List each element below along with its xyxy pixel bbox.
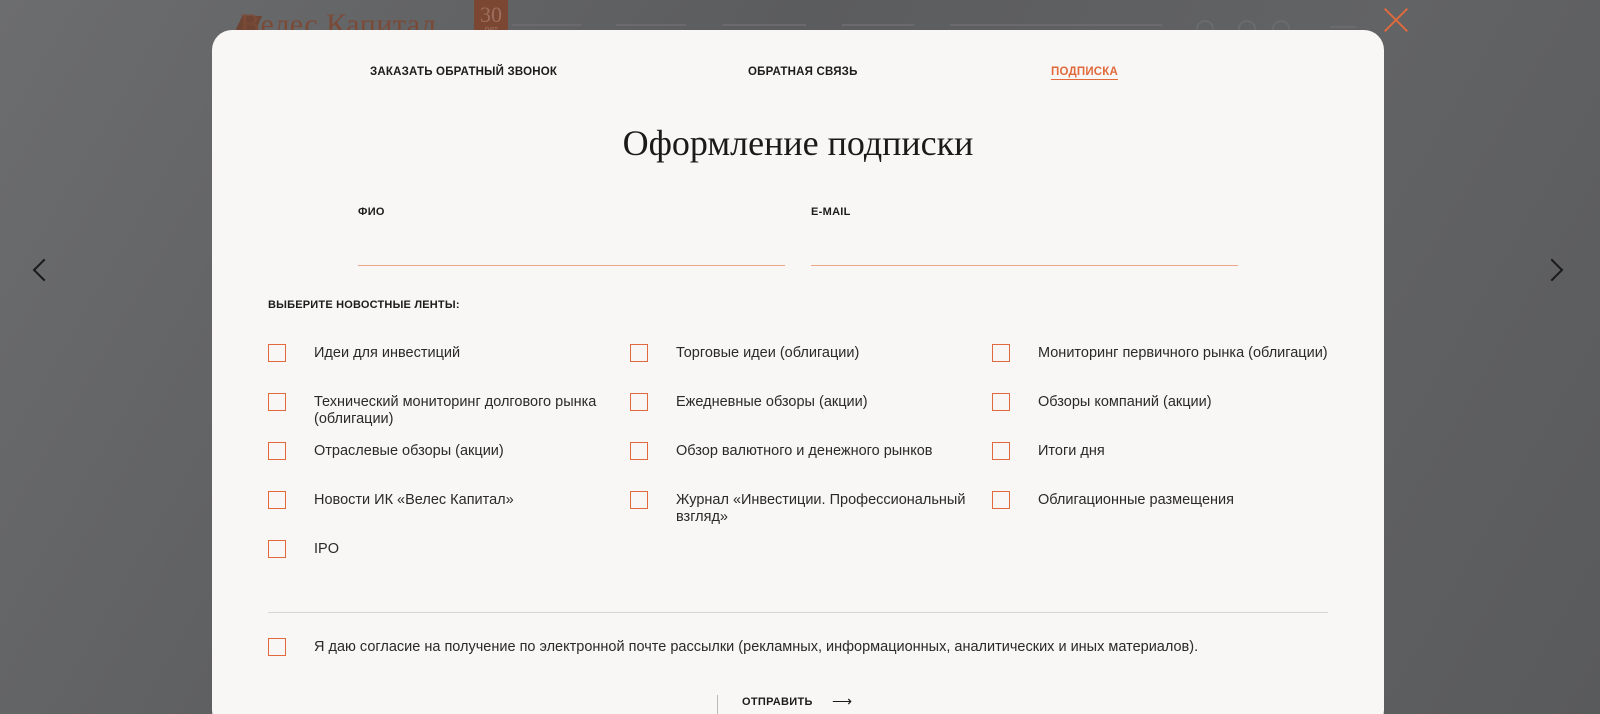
checkbox[interactable] [630, 442, 648, 460]
checkbox[interactable] [268, 540, 286, 558]
consent-checkbox[interactable] [268, 638, 286, 656]
checkbox[interactable] [630, 393, 648, 411]
feed-label: Торговые идеи (облигации) [676, 345, 860, 361]
close-icon[interactable] [1382, 6, 1410, 34]
divider [268, 612, 1328, 613]
feeds-heading: ВЫБЕРИТЕ НОВОСТНЫЕ ЛЕНТЫ: [268, 299, 460, 311]
feed-label: Ежедневные обзоры (акции) [676, 394, 868, 410]
email-label: E-MAIL [811, 206, 851, 218]
nav-item-placeholder [512, 24, 582, 26]
nav-item-placeholder [950, 24, 1162, 26]
feed-label: Мониторинг первичного рынка (облигации) [1038, 345, 1328, 361]
nav-item-placeholder [616, 24, 686, 26]
menu-icon [1330, 26, 1356, 28]
feed-label: Итоги дня [1038, 443, 1105, 459]
tab-feedback[interactable]: ОБРАТНАЯ СВЯЗЬ [748, 66, 858, 78]
page-title: Оформление подписки [622, 123, 974, 163]
fio-field: ФИО [358, 206, 785, 266]
submit-button[interactable]: ОТПРАВИТЬ ⟶ [717, 693, 875, 714]
feed-label: Идеи для инвестиций [314, 345, 461, 361]
feed-label: Технический мониторинг долгового рынка (… [314, 394, 597, 427]
fio-label: ФИО [358, 206, 385, 218]
checkbox[interactable] [992, 491, 1010, 509]
feed-label: Облигационные размещения [1038, 492, 1234, 508]
checkbox[interactable] [268, 344, 286, 362]
nav-item-placeholder [722, 24, 806, 26]
checkbox[interactable] [268, 393, 286, 411]
checkbox[interactable] [268, 491, 286, 509]
email-field: E-MAIL [811, 206, 1238, 266]
email-input[interactable] [811, 239, 1238, 261]
checkbox[interactable] [630, 491, 648, 509]
checkbox[interactable] [268, 442, 286, 460]
subscription-modal: ЗАКАЗАТЬ ОБРАТНЫЙ ЗВОНОК ОБРАТНАЯ СВЯЗЬ … [212, 30, 1384, 714]
checkbox[interactable] [992, 393, 1010, 411]
feed-label: Новости ИК «Велес Капитал» [314, 492, 514, 508]
feed-label: IPO [314, 541, 339, 557]
consent-label: Я даю согласие на получение по электронн… [314, 639, 1199, 655]
tab-callback[interactable]: ЗАКАЗАТЬ ОБРАТНЫЙ ЗВОНОК [370, 66, 557, 78]
submit-label: ОТПРАВИТЬ [742, 696, 813, 708]
nav-item-placeholder [842, 24, 914, 26]
feed-label: Обзоры компаний (акции) [1038, 394, 1212, 410]
fio-input[interactable] [358, 239, 785, 261]
feed-label: Отраслевые обзоры (акции) [314, 443, 504, 459]
tab-subscription[interactable]: ПОДПИСКА [1051, 66, 1119, 80]
checkbox[interactable] [630, 344, 648, 362]
arrow-right-icon: ⟶ [832, 693, 853, 709]
consent-option[interactable]: Я даю согласие на получение по электронн… [268, 638, 1328, 660]
checkbox[interactable] [992, 442, 1010, 460]
modal-tabs: ЗАКАЗАТЬ ОБРАТНЫЙ ЗВОНОК ОБРАТНАЯ СВЯЗЬ … [212, 66, 1384, 86]
feed-label: Журнал «Инвестиции. Профессиональный взг… [676, 492, 966, 525]
feed-label: Обзор валютного и денежного рынков [676, 443, 933, 459]
checkbox[interactable] [992, 344, 1010, 362]
